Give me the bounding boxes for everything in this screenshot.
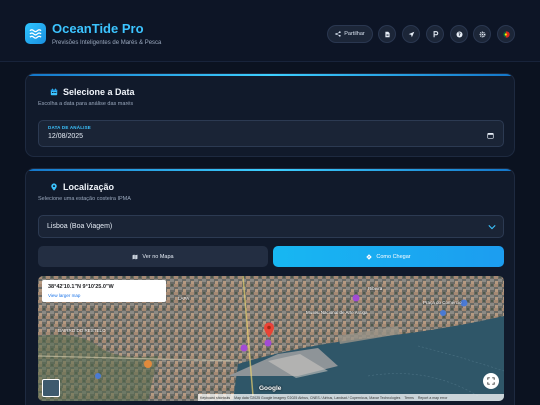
view-larger-map-link[interactable]: View larger map bbox=[48, 293, 80, 298]
map-label-lapa: LAPA bbox=[178, 296, 190, 301]
settings-button[interactable] bbox=[473, 25, 491, 43]
calendar-icon bbox=[50, 88, 58, 96]
map-data-text: Map data ©2025 Google Imagery ©2025 Airb… bbox=[234, 395, 401, 400]
location-card-subtitle: Selecione uma estação costeira IPMA bbox=[38, 196, 131, 202]
map-label-bairro: BAIRRO DO RESTELO bbox=[58, 328, 106, 333]
document-icon bbox=[384, 31, 390, 37]
share-label: Partilhar bbox=[344, 31, 365, 37]
svg-text:?: ? bbox=[458, 32, 461, 38]
navigation-icon bbox=[408, 31, 414, 37]
directions-icon bbox=[366, 253, 373, 260]
location-pin-icon bbox=[51, 183, 57, 191]
share-button[interactable]: Partilhar bbox=[327, 25, 373, 43]
coordinates-text: 38°42'10.1"N 9°10'25.0"W bbox=[48, 284, 114, 290]
app-title: OceanTide Pro bbox=[52, 21, 144, 36]
help-icon: ? bbox=[455, 30, 463, 38]
analysis-date-value: 12/08/2025 bbox=[48, 133, 84, 140]
map-icon bbox=[133, 254, 138, 259]
location-card-title-text: Localização bbox=[63, 182, 115, 192]
language-button[interactable] bbox=[497, 25, 515, 43]
map-attribution: Keyboard shortcuts Map data ©2025 Google… bbox=[198, 394, 504, 401]
navigation-button[interactable] bbox=[402, 25, 420, 43]
analysis-date-input[interactable]: DATA DE ANÁLISE 12/08/2025 bbox=[38, 120, 504, 147]
app-header: OceanTide Pro Previsões Inteligentes de … bbox=[0, 0, 540, 62]
share-icon bbox=[335, 31, 341, 37]
help-button[interactable]: ? bbox=[450, 25, 468, 43]
location-card: Localização Selecione uma estação costei… bbox=[25, 168, 515, 405]
analysis-date-label: DATA DE ANÁLISE bbox=[48, 125, 91, 130]
directions-button[interactable]: Como Chegar bbox=[273, 246, 504, 267]
keyboard-shortcuts-link[interactable]: Keyboard shortcuts bbox=[200, 396, 230, 400]
fullscreen-icon bbox=[487, 377, 495, 385]
location-card-title: Localização bbox=[50, 182, 114, 192]
parking-button[interactable] bbox=[426, 25, 444, 43]
document-button[interactable] bbox=[378, 25, 396, 43]
chevron-down-icon bbox=[488, 225, 496, 230]
date-card-title-text: Selecione a Data bbox=[63, 87, 135, 97]
portugal-flag-icon bbox=[502, 30, 510, 38]
map-label-museu: Museu Nacional de Arte Antiga bbox=[306, 310, 368, 315]
logo-waves-icon bbox=[25, 23, 46, 44]
view-map-button[interactable]: Ver no Mapa bbox=[38, 246, 268, 267]
terms-link[interactable]: Terms bbox=[404, 396, 414, 400]
gear-icon bbox=[479, 31, 485, 37]
report-error-link[interactable]: Report a map error bbox=[418, 396, 448, 400]
date-card-title: Selecione a Data bbox=[50, 87, 135, 97]
app-subtitle: Previsões Inteligentes de Marés & Pesca bbox=[52, 40, 162, 46]
embedded-map[interactable]: LAPA Museu Nacional de Arte Antiga Praça… bbox=[38, 276, 504, 401]
coordinates-popup: 38°42'10.1"N 9°10'25.0"W View larger map bbox=[42, 280, 166, 302]
date-card-subtitle: Escolha a data para análise das marés bbox=[38, 101, 134, 107]
fullscreen-button[interactable] bbox=[483, 373, 499, 389]
map-type-toggle[interactable] bbox=[42, 379, 60, 397]
map-marker-icon[interactable] bbox=[263, 322, 275, 338]
map-label-ribeira: Ribeira bbox=[368, 286, 383, 291]
view-map-label: Ver no Mapa bbox=[142, 253, 174, 260]
parking-icon bbox=[433, 30, 438, 37]
station-select[interactable]: Lisboa (Boa Viagem) bbox=[38, 215, 504, 238]
station-select-value: Lisboa (Boa Viagem) bbox=[47, 223, 113, 230]
map-label-praca: Praça do Comércio bbox=[423, 300, 462, 305]
calendar-picker-icon[interactable] bbox=[487, 132, 494, 139]
directions-label: Como Chegar bbox=[376, 253, 411, 260]
google-logo: Google bbox=[259, 385, 282, 392]
date-card: Selecione a Data Escolha a data para aná… bbox=[25, 73, 515, 157]
